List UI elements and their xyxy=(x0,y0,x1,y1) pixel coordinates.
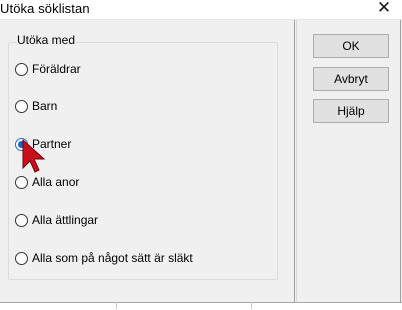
radio-button[interactable] xyxy=(15,63,28,76)
help-button[interactable]: Hjälp xyxy=(313,99,389,123)
radio-label: Barn xyxy=(32,99,58,113)
radio-button[interactable] xyxy=(15,176,28,189)
radio-button[interactable] xyxy=(15,100,28,113)
strip-divider xyxy=(116,302,117,309)
mouse-pointer-icon xyxy=(22,138,46,173)
radio-label: Föräldrar xyxy=(32,62,81,76)
radio-button[interactable] xyxy=(15,252,28,265)
button-pane: OK Avbryt Hjälp xyxy=(296,20,401,302)
ok-button[interactable]: OK xyxy=(313,34,389,58)
close-icon[interactable]: ✕ xyxy=(375,0,393,18)
radio-button[interactable] xyxy=(15,214,28,227)
strip-divider xyxy=(251,302,252,309)
cancel-button[interactable]: Avbryt xyxy=(313,67,389,91)
window-title: Utöka söklistan xyxy=(0,1,90,16)
groupbox-label: Utöka med xyxy=(16,33,77,47)
radio-label: Alla som på något sätt är släkt xyxy=(32,251,193,265)
expand-groupbox xyxy=(8,42,278,280)
title-bar: Utöka söklistan ✕ xyxy=(0,0,402,20)
radio-label: Alla ättlingar xyxy=(32,213,99,227)
radio-label: Alla anor xyxy=(32,175,80,189)
